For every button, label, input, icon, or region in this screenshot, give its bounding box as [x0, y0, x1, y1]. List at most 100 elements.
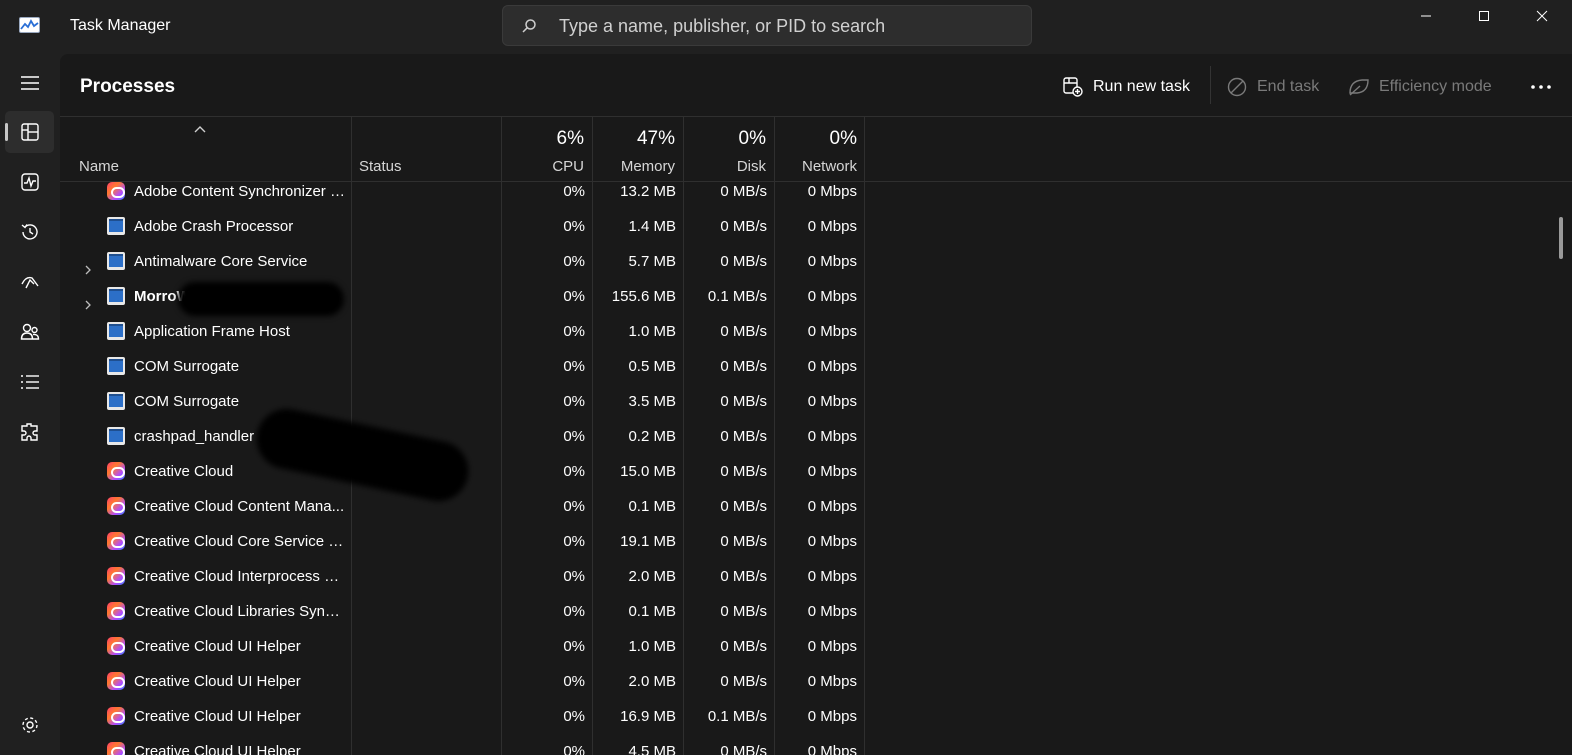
process-row[interactable]: Antimalware Core Service 0% 5.7 MB 0 MB/s 0 …: [60, 252, 865, 287]
search-input[interactable]: [559, 14, 1019, 38]
memory-value: 13.2 MB: [620, 183, 676, 200]
process-name: Creative Cloud UI Helper: [134, 743, 301, 755]
search-box[interactable]: [502, 5, 1032, 46]
column-name-label: Name: [79, 158, 120, 175]
nav-item-users[interactable]: [5, 311, 54, 353]
chevron-right-icon[interactable]: [82, 298, 94, 310]
process-name: Creative Cloud Content Mana...: [134, 498, 345, 515]
disk-value: 0 MB/s: [720, 498, 767, 515]
memory-value: 0.2 MB: [628, 428, 676, 445]
column-header-cpu[interactable]: 6% CPU: [501, 117, 592, 181]
cpu-value: 0%: [563, 358, 585, 375]
disk-value: 0 MB/s: [720, 638, 767, 655]
close-icon: [1536, 10, 1548, 22]
process-row[interactable]: Creative Cloud Libraries Synch... 0% 0.1 M…: [60, 602, 865, 637]
nav-item-performance[interactable]: [5, 161, 54, 203]
end-task-button[interactable]: End task: [1226, 70, 1319, 104]
cpu-value: 0%: [563, 288, 585, 305]
process-name: Creative Cloud UI Helper: [134, 673, 301, 690]
cpu-value: 0%: [563, 183, 585, 200]
process-name: Creative Cloud UI Helper: [134, 638, 301, 655]
memory-value: 1.0 MB: [628, 638, 676, 655]
cpu-value: 0%: [563, 708, 585, 725]
nav-item-services[interactable]: [5, 411, 54, 453]
app-window-icon: [107, 322, 125, 340]
disk-value: 0 MB/s: [720, 533, 767, 550]
column-header-network[interactable]: 0% Network: [774, 117, 865, 181]
cpu-value: 0%: [563, 533, 585, 550]
nav-item-app-history[interactable]: [5, 211, 54, 253]
creative-cloud-icon: [107, 707, 125, 725]
vertical-scrollbar[interactable]: [1559, 217, 1563, 259]
process-row[interactable]: Adobe Crash Processor 0% 1.4 MB 0 MB/s 0 Mbp…: [60, 217, 865, 252]
creative-cloud-icon: [107, 567, 125, 585]
nav-item-details[interactable]: [5, 361, 54, 403]
network-value: 0 Mbps: [807, 393, 857, 410]
column-header-name[interactable]: Name: [60, 117, 351, 181]
nav-menu-button[interactable]: [5, 62, 54, 104]
disk-value: 0 MB/s: [720, 603, 767, 620]
column-header-memory[interactable]: 47% Memory: [592, 117, 683, 181]
process-name: COM Surrogate: [134, 393, 240, 410]
process-row[interactable]: Application Frame Host 0% 1.0 MB 0 MB/s 0 Mb…: [60, 322, 865, 357]
creative-cloud-icon: [107, 672, 125, 690]
disk-total-percent: 0%: [738, 128, 766, 149]
creative-cloud-icon: [107, 602, 125, 620]
process-row[interactable]: Creative Cloud UI Helper 0% 2.0 MB 0 MB/s 0 …: [60, 672, 865, 707]
details-icon: [20, 375, 39, 389]
creative-cloud-icon: [107, 497, 125, 515]
network-value: 0 Mbps: [807, 358, 857, 375]
app-window-icon: [107, 252, 125, 270]
process-name: Application Frame Host: [134, 323, 290, 340]
nav-item-settings[interactable]: [5, 704, 54, 746]
process-row[interactable]: Creative Cloud UI Helper 0% 1.0 MB 0 MB/s 0 …: [60, 637, 865, 672]
navigation-rail: [0, 54, 60, 755]
process-row[interactable]: Creative Cloud Content Mana... 0% 0.1 MB 0 …: [60, 497, 865, 532]
more-options-button[interactable]: [1526, 70, 1556, 104]
process-row[interactable]: Creative Cloud UI Helper 0% 4.5 MB 0 MB/s 0 …: [60, 742, 865, 755]
process-name: Adobe Crash Processor: [134, 218, 294, 235]
minimize-button[interactable]: [1397, 0, 1455, 32]
memory-value: 155.6 MB: [611, 288, 676, 305]
network-value: 0 Mbps: [807, 288, 857, 305]
page-title: Processes: [80, 76, 176, 97]
process-row[interactable]: Creative Cloud Interprocess Se... 0% 2.0 M…: [60, 567, 865, 602]
run-new-task-button[interactable]: Run new task: [1062, 70, 1190, 104]
disk-value: 0 MB/s: [720, 743, 767, 755]
nav-item-processes[interactable]: [5, 111, 54, 153]
memory-value: 0.1 MB: [628, 603, 676, 620]
process-row[interactable]: Creative Cloud Core Service (3... 0% 19.1 …: [60, 532, 865, 567]
nav-item-startup-apps[interactable]: [5, 261, 54, 303]
chevron-right-icon[interactable]: [82, 263, 94, 275]
cpu-value: 0%: [563, 673, 585, 690]
close-button[interactable]: [1513, 0, 1571, 32]
process-name: Creative Cloud Libraries Synch...: [134, 603, 346, 620]
cpu-total-percent: 6%: [556, 128, 584, 149]
title-bar: Task Manager: [0, 0, 1572, 54]
memory-value: 5.7 MB: [628, 253, 676, 270]
cpu-value: 0%: [563, 428, 585, 445]
efficiency-mode-button[interactable]: Efficiency mode: [1348, 70, 1492, 104]
network-value: 0 Mbps: [807, 323, 857, 340]
minimize-icon: [1421, 15, 1431, 17]
more-icon: [1531, 85, 1551, 89]
creative-cloud-icon: [107, 532, 125, 550]
column-header-disk[interactable]: 0% Disk: [683, 117, 774, 181]
disk-value: 0 MB/s: [720, 393, 767, 410]
process-row[interactable]: COM Surrogate 0% 0.5 MB 0 MB/s 0 Mbps: [60, 357, 865, 392]
maximize-button[interactable]: [1455, 0, 1513, 32]
network-value: 0 Mbps: [807, 253, 857, 270]
process-name: Creative Cloud Core Service (3...: [134, 533, 346, 550]
memory-value: 2.0 MB: [628, 568, 676, 585]
processes-icon: [20, 123, 39, 141]
process-row[interactable]: COM Surrogate 0% 3.5 MB 0 MB/s 0 Mbps: [60, 392, 865, 427]
startup-icon: [20, 276, 39, 289]
memory-value: 15.0 MB: [620, 463, 676, 480]
app-window-icon: [107, 287, 125, 305]
process-row[interactable]: Adobe Content Synchronizer (... 0% 13.2 MB…: [60, 182, 865, 217]
process-row[interactable]: Creative Cloud UI Helper 0% 16.9 MB 0.1 MB/…: [60, 707, 865, 742]
creative-cloud-icon: [107, 742, 125, 755]
toolbar-divider: [1210, 66, 1211, 104]
column-header-status[interactable]: Status: [351, 117, 501, 181]
task-manager-icon: [19, 17, 40, 33]
